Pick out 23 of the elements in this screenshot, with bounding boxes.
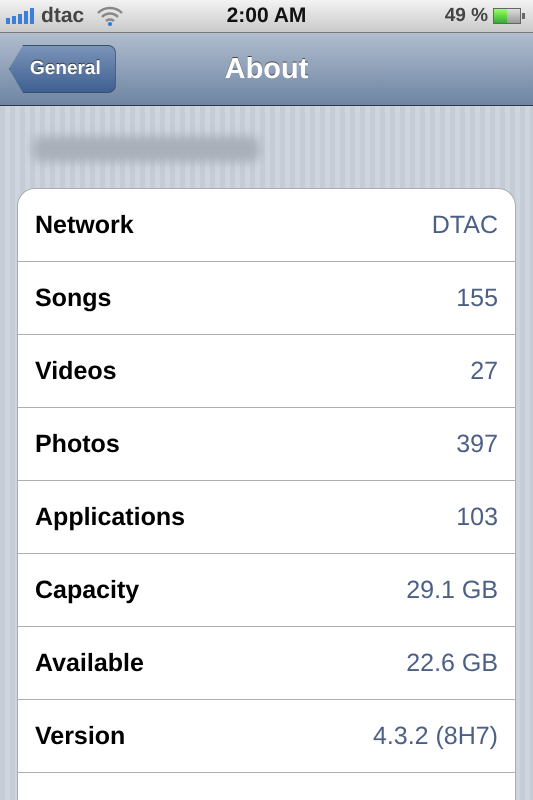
row-value: DTAC bbox=[432, 210, 498, 240]
screen-title: About bbox=[224, 52, 308, 86]
row-label: Available bbox=[35, 648, 144, 678]
row-value: 27 bbox=[470, 356, 498, 386]
row-value: 22.6 GB bbox=[406, 648, 498, 678]
battery-percentage: 49 % bbox=[444, 5, 488, 27]
row-value: 397 bbox=[456, 430, 498, 458]
back-button[interactable]: General bbox=[9, 45, 116, 93]
row-value: 29.1 GB bbox=[406, 576, 498, 604]
carrier-name: dtac bbox=[41, 4, 84, 28]
clock: 2:00 AM bbox=[226, 4, 306, 28]
row-label: Applications bbox=[35, 502, 186, 532]
row-label: Photos bbox=[35, 430, 120, 458]
row-label: Capacity bbox=[35, 576, 140, 604]
signal-icon bbox=[6, 8, 36, 24]
row-label: Songs bbox=[35, 284, 112, 312]
wifi-icon bbox=[97, 6, 124, 26]
row-value: 103 bbox=[456, 502, 498, 532]
row-label: Version bbox=[35, 722, 126, 750]
row-label: Videos bbox=[35, 356, 117, 386]
row-value: 155 bbox=[456, 284, 498, 312]
row-label: Network bbox=[35, 210, 134, 240]
row-value: 4.3.2 (8H7) bbox=[372, 722, 498, 750]
